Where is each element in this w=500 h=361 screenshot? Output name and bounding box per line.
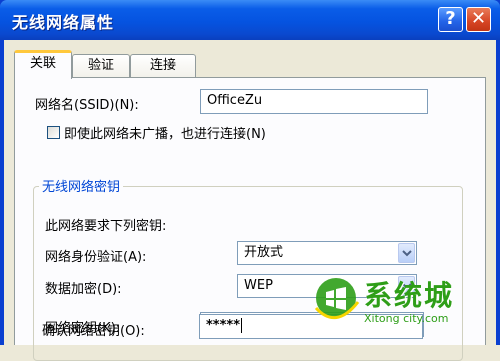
- wireless-key-group-title: 无线网络密钥: [39, 176, 124, 195]
- close-button[interactable]: ✕: [466, 7, 491, 32]
- ssid-label: 网络名(SSID)(N):: [35, 98, 139, 113]
- tab-authentication[interactable]: 验证: [72, 54, 130, 78]
- confirm-key-value: *****: [206, 318, 240, 333]
- broadcast-checkbox-label[interactable]: 即使此网络未广播，也进行连接(N): [64, 123, 266, 142]
- encryption-label: 数据加密(D):: [45, 282, 122, 297]
- window-title: 无线网络属性: [12, 13, 115, 32]
- chevron-down-icon[interactable]: [398, 243, 415, 263]
- confirm-key-label: 确认网络密钥(O):: [42, 324, 145, 339]
- watermark-site: Xitong city.com: [364, 312, 449, 325]
- text-cursor: [241, 318, 242, 333]
- help-button[interactable]: ?: [438, 7, 463, 32]
- key-required-text: 此网络要求下列密钥:: [45, 219, 167, 234]
- tab-association[interactable]: 关联: [14, 50, 72, 79]
- watermark-logo: 系统城 Xitong city.com: [312, 272, 462, 338]
- watermark-brand: 系统城: [364, 279, 455, 312]
- auth-select[interactable]: 开放式: [237, 241, 417, 265]
- encryption-select-value: WEP: [244, 278, 273, 293]
- ssid-input[interactable]: OfficeZu: [200, 89, 428, 114]
- tab-connection[interactable]: 连接: [130, 54, 196, 78]
- auth-label: 网络身份验证(A):: [45, 250, 147, 265]
- dialog-window: 无线网络属性 ? ✕ 关联 验证 连接 网络名(SSID)(N): Office…: [0, 0, 500, 361]
- broadcast-checkbox[interactable]: [47, 126, 60, 139]
- title-bar[interactable]: 无线网络属性 ? ✕: [0, 0, 500, 40]
- auth-select-value: 开放式: [244, 245, 284, 260]
